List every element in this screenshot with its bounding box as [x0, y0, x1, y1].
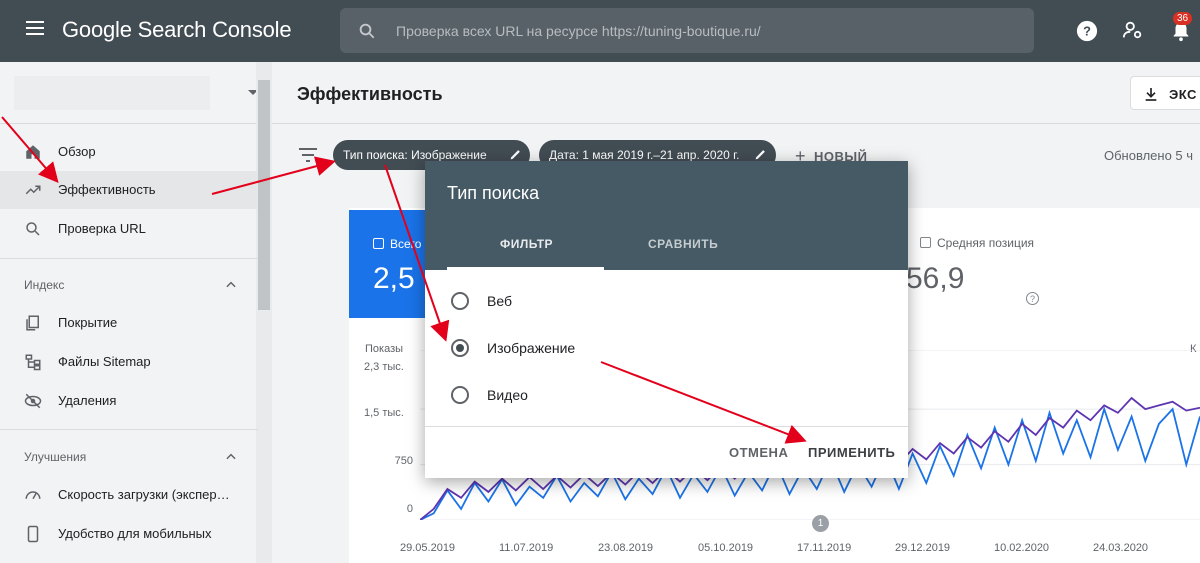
- url-inspection-search[interactable]: [340, 8, 1034, 53]
- svg-text:?: ?: [1083, 24, 1091, 39]
- y-tick-label: 1,5 тыс.: [364, 407, 404, 419]
- app-title[interactable]: Google Search Console: [62, 17, 292, 43]
- dialog-divider: [425, 426, 908, 427]
- sidebar-item-coverage[interactable]: Покрытие: [0, 304, 258, 342]
- sidebar-item-label: Файлы Sitemap: [58, 354, 151, 369]
- search-input[interactable]: [396, 8, 1016, 53]
- option-web-label[interactable]: Веб: [487, 293, 512, 309]
- checkbox-icon[interactable]: [373, 238, 384, 249]
- mobile-icon: [27, 525, 39, 543]
- trending-up-icon: [25, 185, 41, 195]
- property-selector[interactable]: [0, 62, 272, 124]
- sidebar-item-label: Удобство для мобильных: [58, 526, 212, 541]
- metric-average-position[interactable]: Средняя позиция 56,9 ?: [900, 210, 1050, 318]
- sidebar-item-label: Проверка URL: [58, 221, 146, 236]
- dialog-title: Тип поиска: [447, 183, 540, 203]
- sidebar-item-label: Покрытие: [58, 315, 118, 330]
- chip-label: Дата: 1 мая 2019 г.–21 апр. 2020 г.: [549, 148, 740, 162]
- sidebar-scrollbar[interactable]: [258, 80, 270, 310]
- search-icon: [359, 23, 375, 39]
- speed-icon: [25, 491, 41, 500]
- sidebar-item-sitemaps[interactable]: Файлы Sitemap: [0, 343, 258, 381]
- radio-image[interactable]: [451, 339, 469, 357]
- dialog-header: Тип поиска ФИЛЬТР СРАВНИТЬ: [425, 161, 908, 270]
- x-tick-label: 29.12.2019: [895, 542, 951, 554]
- radio-video[interactable]: [451, 386, 469, 404]
- y-tick-label: 2,3 тыс.: [364, 361, 404, 373]
- x-tick-label: 29.05.2019: [400, 542, 456, 554]
- y-tick-label: 750: [394, 455, 413, 467]
- x-tick-label: 11.07.2019: [499, 542, 554, 554]
- top-app-bar: Google Search Console ? 36: [0, 0, 1200, 62]
- last-updated: Обновлено 5 ч: [1104, 148, 1194, 163]
- chart-annotation-marker[interactable]: 1: [812, 515, 829, 532]
- property-name[interactable]: [14, 76, 210, 110]
- sidebar-section-index[interactable]: Индекс: [24, 278, 64, 292]
- sidebar-divider: [0, 258, 258, 259]
- sidebar-item-mobile-usability[interactable]: Удобство для мобильных: [0, 515, 258, 553]
- tab-filter[interactable]: ФИЛЬТР: [500, 237, 553, 251]
- checkbox-icon[interactable]: [920, 237, 931, 248]
- sidebar-item-speed[interactable]: Скорость загрузки (экспер…: [0, 476, 258, 514]
- edit-icon[interactable]: [509, 148, 522, 161]
- sidebar-item-url-inspection[interactable]: Проверка URL: [0, 210, 258, 248]
- export-button[interactable]: ЭКС: [1130, 76, 1200, 110]
- coverage-icon: [26, 315, 39, 331]
- x-tick-label: 10.02.2020: [994, 542, 1050, 554]
- x-tick-label: 24.03.2020: [1093, 542, 1149, 554]
- metric-label: Всего: [373, 237, 421, 251]
- sidebar-item-overview[interactable]: Обзор: [0, 133, 258, 171]
- cancel-button[interactable]: ОТМЕНА: [729, 445, 788, 460]
- y-axis-title: Показы: [365, 343, 404, 355]
- metric-value: 56,9: [906, 262, 965, 295]
- sidebar-item-label: Эффективность: [58, 182, 156, 197]
- y-tick-label: 0: [406, 503, 413, 515]
- home-icon: [26, 145, 40, 159]
- menu-icon[interactable]: [26, 21, 44, 41]
- option-video-label[interactable]: Видео: [487, 387, 528, 403]
- account-settings-icon[interactable]: [1122, 19, 1144, 41]
- chip-label: Тип поиска: Изображение: [343, 148, 487, 162]
- metric-value: 2,5: [373, 262, 415, 295]
- option-image-label[interactable]: Изображение: [487, 340, 575, 356]
- apply-button[interactable]: ПРИМЕНИТЬ: [808, 445, 895, 460]
- search-icon: [26, 222, 40, 236]
- x-tick-label: 05.10.2019: [698, 542, 754, 554]
- metric-label: Средняя позиция: [920, 236, 1034, 250]
- sidebar-item-performance[interactable]: Эффективность: [0, 171, 258, 209]
- filter-icon[interactable]: [299, 148, 317, 162]
- radio-web[interactable]: [451, 292, 469, 310]
- active-tab-indicator: [447, 267, 604, 270]
- page-title: Эффективность: [297, 84, 443, 104]
- page-header: Эффективность ЭКС: [272, 62, 1200, 124]
- help-icon[interactable]: ?: [1026, 292, 1039, 305]
- notification-count-badge: 36: [1173, 12, 1193, 25]
- chevron-up-icon[interactable]: [224, 278, 238, 292]
- sitemap-icon: [25, 354, 41, 371]
- sidebar-item-removals[interactable]: Удаления: [0, 382, 258, 420]
- export-label: ЭКС: [1169, 87, 1197, 102]
- chevron-up-icon[interactable]: [224, 450, 238, 464]
- download-icon: [1145, 88, 1157, 101]
- sidebar-divider: [0, 429, 258, 430]
- x-tick-label: 17.11.2019: [797, 542, 852, 554]
- sidebar-item-label: Удаления: [58, 393, 117, 408]
- sidebar-item-label: Обзор: [58, 144, 96, 159]
- sidebar-item-label: Скорость загрузки (экспер…: [58, 487, 230, 502]
- sidebar-section-enhancements[interactable]: Улучшения: [24, 450, 86, 464]
- edit-icon[interactable]: [754, 148, 767, 161]
- help-icon[interactable]: ?: [1076, 20, 1098, 42]
- removals-icon: [24, 393, 42, 409]
- tab-compare[interactable]: СРАВНИТЬ: [648, 237, 718, 251]
- search-type-dialog: Тип поиска ФИЛЬТР СРАВНИТЬ Веб Изображен…: [425, 161, 908, 478]
- x-tick-label: 23.08.2019: [598, 542, 654, 554]
